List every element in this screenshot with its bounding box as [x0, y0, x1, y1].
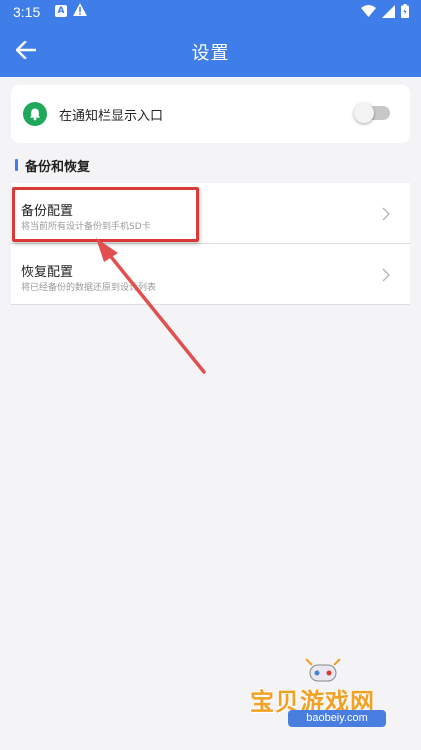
status-bar: 3:15 A: [0, 0, 421, 24]
restore-config-subtitle: 将已经备份的数据还原到设计列表: [21, 283, 157, 293]
toggle-knob: [354, 103, 374, 123]
notification-a-icon: A: [55, 5, 67, 17]
page-title: 设置: [191, 43, 230, 64]
highlight-box: [12, 187, 199, 242]
chevron-right-icon: [382, 207, 390, 221]
restore-config-item[interactable]: 恢复配置 将已经备份的数据还原到设计列表: [11, 244, 410, 305]
notification-entry-card: 在通知栏显示入口: [11, 85, 410, 143]
section-header: 备份和恢复: [15, 157, 91, 175]
status-time: 3:15: [13, 4, 41, 20]
restore-config-title: 恢复配置: [21, 265, 74, 280]
battery-icon: [401, 4, 409, 18]
notification-entry-label: 在通知栏显示入口: [59, 109, 164, 124]
signal-icon: [382, 4, 395, 18]
chevron-right-icon: [382, 268, 390, 282]
section-title: 备份和恢复: [25, 159, 91, 175]
warning-icon: [73, 3, 87, 16]
bell-icon: [23, 102, 47, 126]
gamepad-logo: [305, 658, 341, 682]
section-accent-bar: [15, 159, 18, 171]
notification-entry-toggle[interactable]: [354, 103, 390, 123]
app-bar: 3:15 A 设置: [0, 0, 421, 77]
site-watermark: 宝贝游戏网 baobeiy.com: [236, 655, 416, 750]
wifi-icon: [361, 5, 376, 17]
watermark-url: baobeiy.com: [288, 710, 386, 727]
